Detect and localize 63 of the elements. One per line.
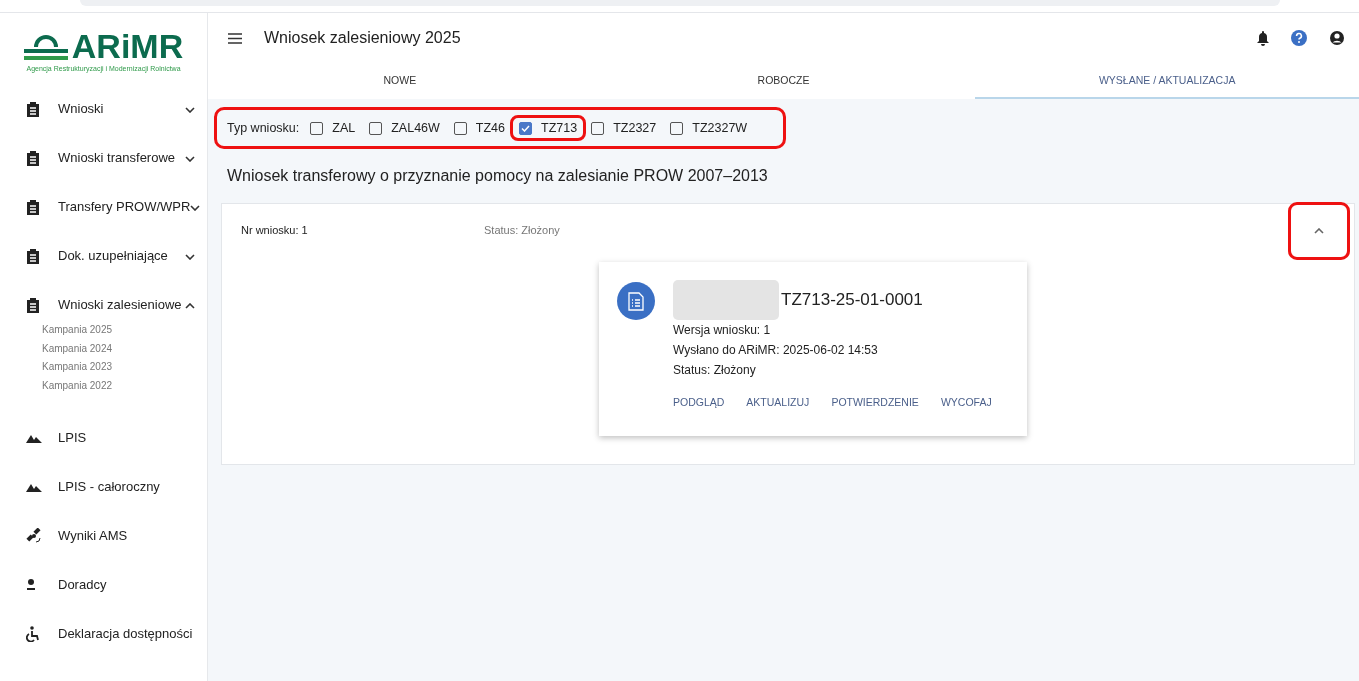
help-icon[interactable] <box>1291 30 1307 46</box>
chevron-up-icon <box>1314 228 1324 234</box>
application-id: TZ713-25-01-0001 <box>781 290 923 310</box>
checkbox[interactable] <box>670 121 684 135</box>
chevron-down-icon[interactable] <box>190 205 201 211</box>
sidebar-item[interactable]: Wnioski transferowe <box>58 150 185 165</box>
checkbox-label[interactable]: ZAL46W <box>391 121 440 135</box>
sidebar-item[interactable]: LPIS - całoroczny <box>58 479 195 494</box>
section-heading: Wniosek transferowy o przyznanie pomocy na zalesianie PROW 2007–2013 <box>226 166 769 186</box>
clipboard-icon <box>26 296 40 313</box>
clipboard-icon <box>26 247 40 264</box>
chevron-down-icon[interactable] <box>185 156 195 162</box>
checkbox-label[interactable]: TZ713 <box>541 121 578 135</box>
sidebar-item[interactable]: Wnioski <box>58 101 185 116</box>
account-icon[interactable] <box>1329 30 1345 46</box>
sidebar-item[interactable]: Dok. uzupełniające <box>58 248 185 263</box>
logo-text: ARiMR <box>71 29 184 63</box>
sidebar-item[interactable]: Doradcy <box>58 577 195 592</box>
action-link[interactable]: AKTUALIZUJ <box>738 392 818 412</box>
tab[interactable]: NOWE <box>208 63 592 99</box>
clipboard-icon <box>26 100 40 117</box>
card-detail: Wersja wniosku: 1 <box>673 322 772 339</box>
document-icon <box>617 282 655 320</box>
checkbox-label[interactable]: ZAL <box>332 121 356 135</box>
menu-icon[interactable] <box>228 32 242 44</box>
sidebar-subitem[interactable]: Kampania 2023 <box>42 358 207 377</box>
chevron-up-icon[interactable] <box>185 303 195 309</box>
sidebar-item[interactable]: Transfery PROW/WPR <box>58 199 191 214</box>
application-number: Nr wniosku: 1 <box>241 224 309 236</box>
sidebar-item[interactable]: LPIS <box>58 430 195 445</box>
checkbox[interactable] <box>519 121 533 135</box>
clipboard-icon <box>26 149 40 166</box>
tab[interactable]: ROBOCZE <box>591 63 976 99</box>
sidebar-item[interactable]: Wnioski zalesieniowe <box>58 297 185 312</box>
chevron-down-icon[interactable] <box>185 107 195 113</box>
checkbox-label[interactable]: TZ2327 <box>613 121 657 135</box>
tab[interactable]: WYSŁANE / AKTUALIZACJA <box>975 63 1359 99</box>
filter-label: Typ wniosku: <box>227 121 300 135</box>
card-detail: Status: Złożony <box>673 362 757 379</box>
sidebar-subitem[interactable]: Kampania 2025 <box>42 321 207 340</box>
checkbox-label[interactable]: TZ46 <box>475 121 506 135</box>
action-link[interactable]: PODGLĄD <box>665 392 733 412</box>
checkbox[interactable] <box>369 121 383 135</box>
collapse-button[interactable] <box>1288 202 1350 260</box>
bell-icon[interactable] <box>1257 30 1269 46</box>
sidebar-subitem[interactable]: Kampania 2024 <box>42 339 207 358</box>
action-link[interactable]: WYCOFAJ <box>932 392 1000 412</box>
satellite-icon <box>26 527 42 544</box>
sidebar-item[interactable]: Wyniki AMS <box>58 528 195 543</box>
card-detail: Wysłano do ARiMR: 2025-06-02 14:53 <box>673 342 879 359</box>
application-status: Status: Złożony <box>484 224 561 236</box>
clipboard-icon <box>26 198 40 215</box>
checkbox[interactable] <box>591 121 605 135</box>
sidebar-item[interactable]: Deklaracja dostępności <box>58 626 195 641</box>
action-link[interactable]: POTWIERDZENIE <box>823 392 927 412</box>
chevron-down-icon[interactable] <box>185 254 195 260</box>
checkbox[interactable] <box>310 121 324 135</box>
checkbox-label[interactable]: TZ2327W <box>692 121 748 135</box>
page-title: Wniosek zalesieniowy 2025 <box>264 29 462 47</box>
accessibility-icon <box>26 625 40 642</box>
sidebar-subitem[interactable]: Kampania 2022 <box>42 376 207 395</box>
person-icon <box>26 577 36 592</box>
checkbox[interactable] <box>453 121 467 135</box>
